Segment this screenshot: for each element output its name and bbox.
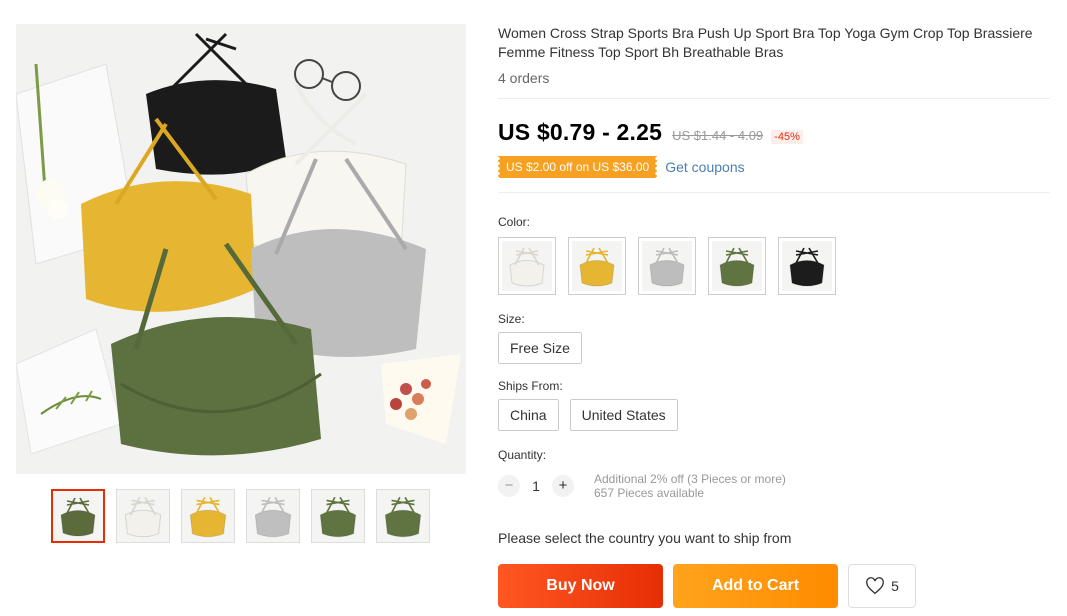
coupon-badge: US $2.00 off on US $36.00 [495,156,660,178]
ships-from-united-states[interactable]: United States [569,399,678,431]
price-row: US $0.79 - 2.25 US $1.44 - 4.09 -45% [498,119,1050,146]
quantity-stepper: − 1 + Additional 2% off (3 Pieces or mor… [498,472,1050,500]
size-option-free-size[interactable]: Free Size [498,332,582,364]
thumb-gray[interactable] [246,489,300,543]
quantity-value[interactable]: 1 [520,478,552,494]
quantity-decrease-button[interactable]: − [498,475,520,497]
divider [498,192,1050,193]
thumbnail-strip [51,489,430,543]
stock-available: 657 Pieces available [594,486,705,500]
thumb-yellow[interactable] [181,489,235,543]
thumb-all-colors[interactable] [51,489,105,543]
color-swatch-black[interactable] [778,237,836,295]
discount-badge: -45% [771,130,803,144]
ships-from-options: China United States [498,399,1050,431]
ships-from-china[interactable]: China [498,399,559,431]
divider [498,98,1050,99]
product-details: Women Cross Strap Sports Bra Push Up Spo… [495,24,1050,608]
main-product-image[interactable] [16,24,466,474]
product-title: Women Cross Strap Sports Bra Push Up Spo… [498,25,1033,60]
buy-now-button[interactable]: Buy Now [498,564,663,608]
wishlist-button[interactable]: 5 [848,564,916,608]
thumb-white[interactable] [116,489,170,543]
bulk-discount-note: Additional 2% off (3 Pieces or more) [594,472,786,486]
original-price: US $1.44 - 4.09 [672,128,764,143]
color-swatch-yellow[interactable] [568,237,626,295]
color-swatch-white[interactable] [498,237,556,295]
ships-from-label: Ships From: [498,379,563,393]
coupon-row: US $2.00 off on US $36.00 Get coupons [495,156,1050,178]
color-swatch-green[interactable] [708,237,766,295]
quantity-increase-button[interactable]: + [552,475,574,497]
action-bar: Buy Now Add to Cart 5 [498,564,1050,608]
ship-country-note: Please select the country you want to sh… [498,530,792,546]
get-coupons-link[interactable]: Get coupons [665,159,744,175]
quantity-label: Quantity: [498,448,547,462]
size-label: Size: [498,312,525,326]
quantity-info: Additional 2% off (3 Pieces or more) 657… [594,472,786,500]
color-swatch-gray[interactable] [638,237,696,295]
heart-icon [866,577,884,595]
order-count: 4 orders [498,70,550,86]
current-price: US $0.79 - 2.25 [498,119,663,145]
color-label: Color: [498,215,531,229]
color-swatches [498,237,1050,295]
wishlist-count: 5 [891,578,899,594]
product-photo [16,24,466,474]
thumb-green[interactable] [311,489,365,543]
add-to-cart-button[interactable]: Add to Cart [673,564,838,608]
thumb-green-back[interactable] [376,489,430,543]
size-options: Free Size [498,332,1050,364]
